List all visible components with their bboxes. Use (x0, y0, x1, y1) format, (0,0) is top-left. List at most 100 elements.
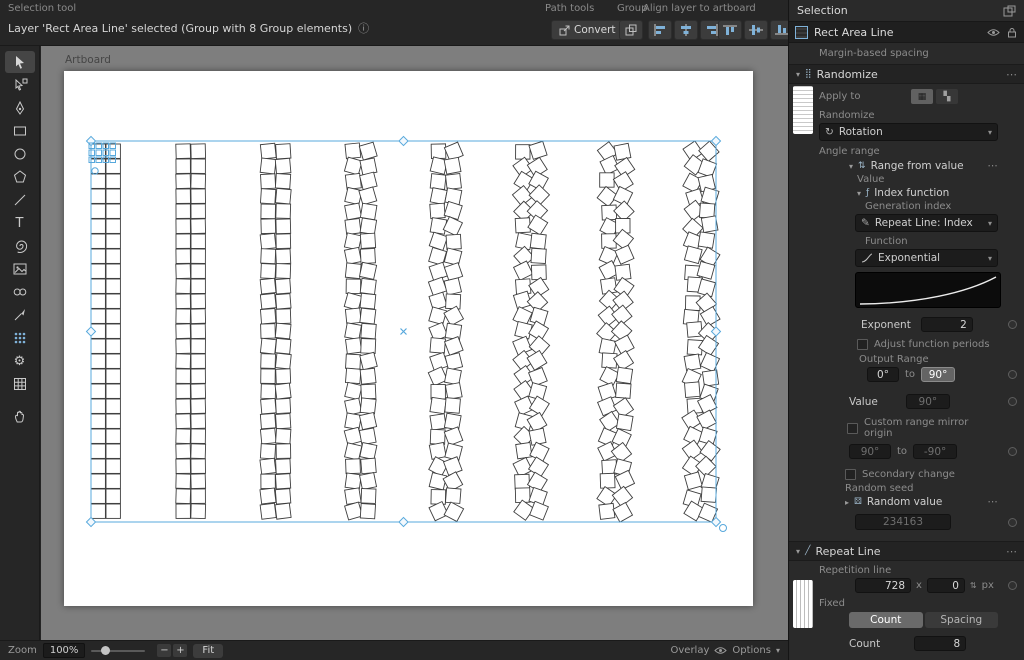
exponent-field[interactable]: 2 (921, 317, 973, 332)
count-field[interactable]: 8 (914, 636, 966, 651)
align-top-button[interactable] (718, 20, 742, 40)
text-tool-button[interactable]: T (5, 212, 35, 234)
margin-spacing-label: Margin-based spacing (819, 48, 929, 59)
mirror-range-options-button[interactable] (1008, 447, 1017, 456)
effects-tool-button[interactable]: ⚙ (5, 350, 35, 372)
random-seed-field[interactable]: 234163 (855, 514, 951, 530)
info-icon[interactable]: ⓘ (358, 20, 369, 36)
pan-tool-button[interactable] (5, 405, 35, 427)
unit-label: px (982, 580, 994, 591)
align-middle-v-icon (749, 24, 763, 36)
apply-to-style-button[interactable]: ▚ (936, 89, 958, 104)
mesh-tool-button[interactable] (5, 373, 35, 395)
convert-button[interactable]: Convert (551, 20, 624, 40)
layer-status-text: Layer 'Rect Area Line' selected (Group w… (8, 22, 352, 35)
spiral-icon (12, 238, 28, 254)
mirror-origin-checkbox[interactable] (847, 423, 858, 434)
collapse-arrow-icon[interactable]: ▾ (796, 547, 800, 556)
exponent-options-button[interactable] (1008, 320, 1017, 329)
pattern-tool-button[interactable] (5, 327, 35, 349)
function-value: Exponential (878, 252, 940, 264)
spacing-mode-button[interactable]: Spacing (925, 612, 999, 628)
range-menu-icon[interactable]: ⋯ (988, 160, 999, 172)
repetition-line-row: 728 x 0 ⇅ px (789, 578, 1024, 593)
canvas-area[interactable]: Artboard (41, 46, 788, 640)
panel-header: Selection (789, 0, 1024, 21)
random-value-menu-icon[interactable]: ⋯ (988, 496, 999, 508)
seed-options-button[interactable] (1008, 518, 1017, 527)
repeat-line-menu-icon[interactable]: ⋯ (1006, 545, 1017, 558)
group-button[interactable] (619, 20, 643, 40)
rectangle-icon (12, 123, 28, 139)
mesh-grid-icon (12, 376, 28, 392)
zoom-slider[interactable] (91, 645, 145, 657)
output-max-field[interactable]: 90° (921, 367, 955, 382)
zoom-value-field[interactable]: 100% (43, 643, 86, 658)
output-min-field[interactable]: 0° (867, 367, 899, 382)
function-icon: ƒ (866, 188, 869, 198)
selected-layer-row[interactable]: Rect Area Line (789, 21, 1024, 43)
panel-menu-icon[interactable] (1003, 5, 1016, 17)
align-middle-v-button[interactable] (744, 20, 768, 40)
selection-tool-button[interactable] (5, 51, 35, 73)
layer-lock-icon[interactable] (1007, 27, 1017, 38)
align-center-h-icon (679, 24, 693, 36)
brush-tool-button[interactable] (5, 304, 35, 326)
top-bar: Selection tool Path tools Group Align la… (0, 0, 788, 46)
polygon-icon (12, 169, 28, 185)
randomize-target-dropdown[interactable]: ↻ Rotation ▾ (819, 123, 998, 141)
zoom-slider-knob[interactable] (101, 646, 110, 655)
adjust-periods-checkbox[interactable] (857, 339, 868, 350)
rectangle-tool-button[interactable] (5, 120, 35, 142)
secondary-change-checkbox[interactable] (845, 469, 856, 480)
align-left-icon (653, 24, 667, 36)
repetition-options-button[interactable] (1008, 581, 1017, 590)
artboard-canvas[interactable] (64, 71, 753, 606)
count-mode-button[interactable]: Count (849, 612, 923, 628)
function-curve-preview[interactable] (855, 272, 1001, 308)
index-function-header[interactable]: ▾ ƒ Index function (789, 187, 1024, 199)
apply-to-transform-button[interactable]: ▦ (911, 89, 933, 104)
randomize-section-header[interactable]: ▾ ⣿ Randomize ⋯ (789, 64, 1024, 84)
spiral-tool-button[interactable] (5, 235, 35, 257)
generation-index-dropdown[interactable]: ✎ Repeat Line: Index ▾ (855, 214, 998, 232)
repetition-line-label: Repetition line (819, 565, 891, 576)
layer-visibility-eye-icon[interactable] (987, 28, 1000, 37)
direct-select-icon (12, 77, 28, 93)
app-window: Selection tool Path tools Group Align la… (0, 0, 1024, 660)
adjust-periods-label: Adjust function periods (874, 339, 990, 350)
align-left-button[interactable] (648, 20, 672, 40)
seed-row: 234163 (789, 514, 1024, 530)
stepper-icon[interactable]: ⇅ (970, 581, 977, 590)
options-caret-icon[interactable]: ▾ (776, 646, 780, 655)
blend-tool-button[interactable] (5, 281, 35, 303)
align-center-h-button[interactable] (674, 20, 698, 40)
line-tool-button[interactable] (5, 189, 35, 211)
collapse-arrow-icon[interactable]: ▾ (796, 70, 800, 79)
polygon-tool-button[interactable] (5, 166, 35, 188)
zoom-in-button[interactable]: + (173, 644, 187, 657)
output-range-options-button[interactable] (1008, 370, 1017, 379)
repetition-x-field[interactable]: 728 (855, 578, 911, 593)
value-options-button[interactable] (1008, 397, 1017, 406)
direct-selection-tool-button[interactable] (5, 74, 35, 96)
repetition-y-field[interactable]: 0 (927, 578, 965, 593)
zoom-out-button[interactable]: − (157, 644, 171, 657)
function-dropdown[interactable]: Exponential ▾ (855, 249, 998, 267)
options-label[interactable]: Options (732, 645, 771, 656)
layer-status: Layer 'Rect Area Line' selected (Group w… (8, 20, 369, 36)
ellipse-tool-button[interactable] (5, 143, 35, 165)
node-tool-button[interactable] (5, 97, 35, 119)
artboard[interactable] (64, 71, 753, 606)
randomize-menu-icon[interactable]: ⋯ (1006, 68, 1017, 81)
mirror-min-field[interactable]: 90° (849, 444, 891, 459)
image-tool-button[interactable] (5, 258, 35, 280)
fit-button[interactable]: Fit (193, 644, 223, 658)
random-value-header[interactable]: ▸ ⚄ Random value ⋯ (789, 496, 1024, 508)
range-from-value-header[interactable]: ▾ ⇅ Range from value ⋯ (789, 160, 1024, 172)
mirror-max-field[interactable]: -90° (913, 444, 957, 459)
repeat-line-section-header[interactable]: ▾ ╱ Repeat Line ⋯ (789, 541, 1024, 561)
overlay-eye-icon[interactable] (714, 646, 727, 655)
value-field[interactable]: 90° (906, 394, 950, 409)
exponent-row: Exponent 2 (789, 317, 1024, 332)
